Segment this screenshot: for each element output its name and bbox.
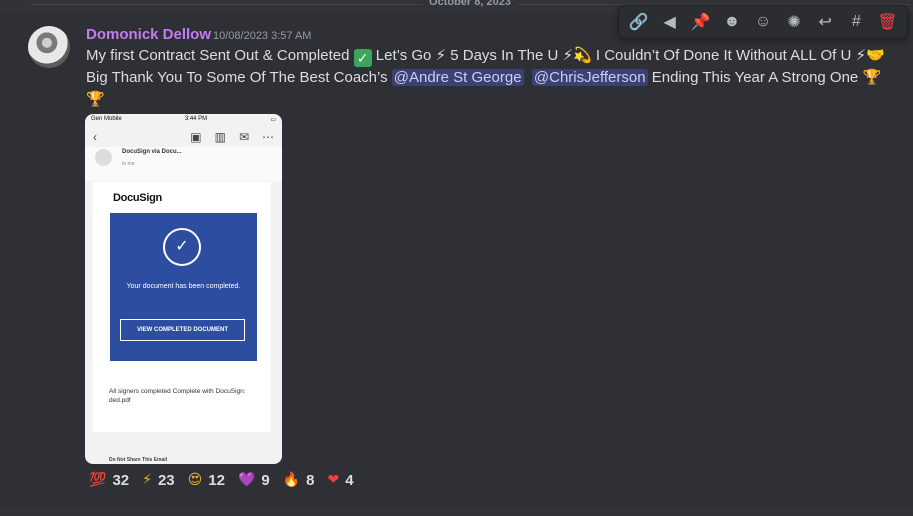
reaction-count: 23 bbox=[157, 471, 175, 489]
phone-mail-toolbar: ‹ ▣ ▥ ✉ ⋯ bbox=[85, 127, 282, 147]
reaction-lightning[interactable]: ⚡ 23 bbox=[139, 469, 181, 491]
reaction-heart-eyes[interactable]: 😍 12 bbox=[185, 469, 231, 491]
reaction-100[interactable]: 💯 32 bbox=[86, 469, 135, 491]
image-attachment[interactable]: Gen Mobile 3:44 PM ▭ ‹ ▣ ▥ ✉ ⋯ DocuSign … bbox=[85, 114, 282, 464]
email-sender-row: DocuSign via Docu... to me bbox=[85, 147, 282, 181]
phone-status-bar: Gen Mobile 3:44 PM ▭ bbox=[85, 114, 282, 127]
trash-icon[interactable]: 🗑 bbox=[875, 10, 899, 34]
phone-time: 3:44 PM bbox=[184, 116, 208, 122]
reaction-fire[interactable]: 🔥 8 bbox=[280, 469, 321, 491]
mention-andre[interactable]: @Andre St George bbox=[391, 69, 524, 86]
mail-icon: ✉ bbox=[238, 130, 249, 144]
mention-chris[interactable]: @ChrisJefferson bbox=[531, 69, 648, 86]
reaction-count: 12 bbox=[208, 471, 225, 489]
sender-name: DocuSign via Docu... bbox=[122, 149, 182, 155]
reply-icon[interactable]: ↩ bbox=[813, 10, 837, 34]
lightning-icon: ⚡ bbox=[142, 472, 152, 488]
more-icon: ⋯ bbox=[262, 130, 274, 144]
date-divider-label: October 8, 2023 bbox=[423, 0, 517, 8]
delete-icon: ▥ bbox=[214, 130, 226, 144]
reaction-red-heart[interactable]: ❤ 4 bbox=[325, 469, 360, 491]
emoji-icon[interactable]: ☻ bbox=[720, 10, 744, 34]
view-completed-document-button: VIEW COMPLETED DOCUMENT bbox=[120, 319, 245, 341]
link-icon[interactable]: 🔗 bbox=[627, 10, 651, 34]
hundred-points-icon: 💯 bbox=[89, 472, 107, 488]
document-check-icon: ✓ bbox=[163, 228, 201, 266]
battery-icon: ▭ bbox=[270, 117, 276, 123]
super-react-icon[interactable]: ✺ bbox=[782, 10, 806, 34]
avatar[interactable] bbox=[28, 26, 70, 68]
carrier-label: Gen Mobile bbox=[91, 116, 122, 122]
reaction-purple-heart[interactable]: 💜 9 bbox=[235, 469, 276, 491]
fire-icon: 🔥 bbox=[282, 472, 301, 488]
email-footer: Do Not Share This Email bbox=[109, 457, 168, 463]
heart-eyes-icon: 😍 bbox=[187, 472, 203, 488]
message-actions-toolbar: 🔗 ◀ 📌 ☻ ☺ ✺ ↩ # 🗑 bbox=[618, 5, 908, 39]
to-me-label: to me bbox=[122, 161, 135, 167]
email-body: DocuSign ✓ Your document has been comple… bbox=[93, 182, 271, 432]
megaphone-icon[interactable]: ◀ bbox=[658, 10, 682, 34]
author-name[interactable]: Domonick Dellow bbox=[86, 26, 211, 43]
emoji-add-icon[interactable]: ☺ bbox=[751, 10, 775, 34]
sender-avatar bbox=[95, 149, 112, 166]
back-icon: ‹ bbox=[93, 130, 97, 144]
timestamp: 10/08/2023 3:57 AM bbox=[213, 30, 312, 42]
pin-icon[interactable]: 📌 bbox=[689, 10, 713, 34]
thread-icon[interactable]: # bbox=[844, 10, 868, 34]
purple-heart-icon: 💜 bbox=[237, 472, 256, 488]
red-heart-icon: ❤ bbox=[327, 472, 340, 488]
completion-message: Your document has been completed. bbox=[126, 283, 241, 290]
reaction-count: 8 bbox=[306, 471, 315, 489]
reaction-count: 4 bbox=[345, 471, 354, 489]
docusign-panel: ✓ Your document has been completed. VIEW… bbox=[110, 213, 257, 361]
docusign-logo: DocuSign bbox=[113, 192, 162, 204]
signers-text: All signers completed Complete with Docu… bbox=[109, 388, 246, 404]
reaction-count: 9 bbox=[261, 471, 270, 489]
check-mark-icon: ✓ bbox=[353, 49, 372, 67]
archive-icon: ▣ bbox=[190, 130, 202, 144]
message-text-1: My first Contract Sent Out & Completed bbox=[86, 47, 354, 64]
reaction-count: 32 bbox=[112, 471, 130, 489]
message-content: My first Contract Sent Out & Completed ✓… bbox=[86, 45, 886, 111]
reactions-bar: 💯 32 ⚡ 23 😍 12 💜 9 🔥 8 ❤ 4 bbox=[86, 469, 364, 493]
